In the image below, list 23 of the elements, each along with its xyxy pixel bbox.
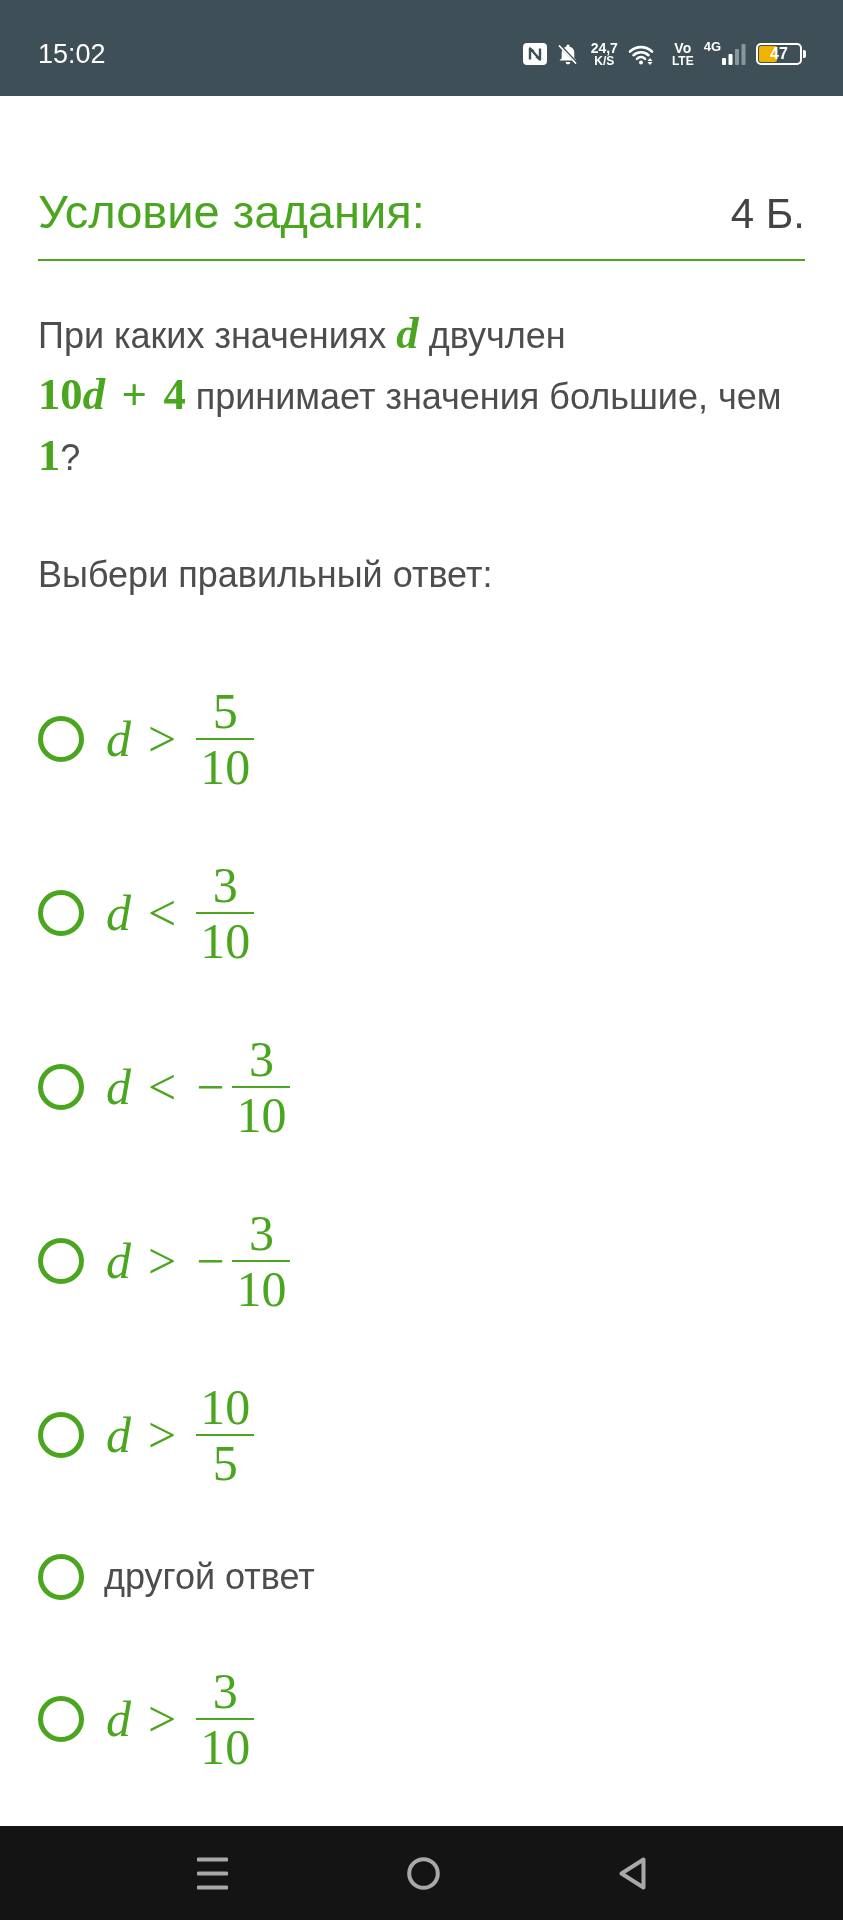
radio-button[interactable] <box>38 1696 84 1742</box>
radio-button[interactable] <box>38 890 84 936</box>
network-speed-text: 24,7 K/S <box>590 41 618 67</box>
clock-time: 15:02 <box>38 38 106 70</box>
radio-button[interactable] <box>38 1554 84 1600</box>
question-text: При каких значениях d двучлен 10d + 4 принимает значения большие, чем 1? <box>38 307 783 482</box>
answer-text: другой ответ <box>104 1555 315 1599</box>
radio-button[interactable] <box>38 1238 84 1284</box>
muted-bell-icon <box>556 42 579 66</box>
nfc-icon <box>522 43 547 65</box>
wifi-icon <box>627 43 656 65</box>
radio-button[interactable] <box>38 1064 84 1110</box>
instruction-text: Выбери правильный ответ: <box>38 553 494 597</box>
section-title: Условие задания: <box>38 184 425 240</box>
menu-icon[interactable] <box>197 1856 228 1890</box>
radio-button[interactable] <box>38 1412 84 1458</box>
radio-button[interactable] <box>38 716 84 762</box>
network-type-text: 4G <box>703 39 721 54</box>
back-icon[interactable] <box>619 1856 646 1890</box>
home-icon[interactable] <box>407 1856 440 1890</box>
points-label: 4 Б. <box>730 189 805 239</box>
signal-icon <box>722 43 746 65</box>
volte-text: Vo LTE <box>671 41 694 67</box>
